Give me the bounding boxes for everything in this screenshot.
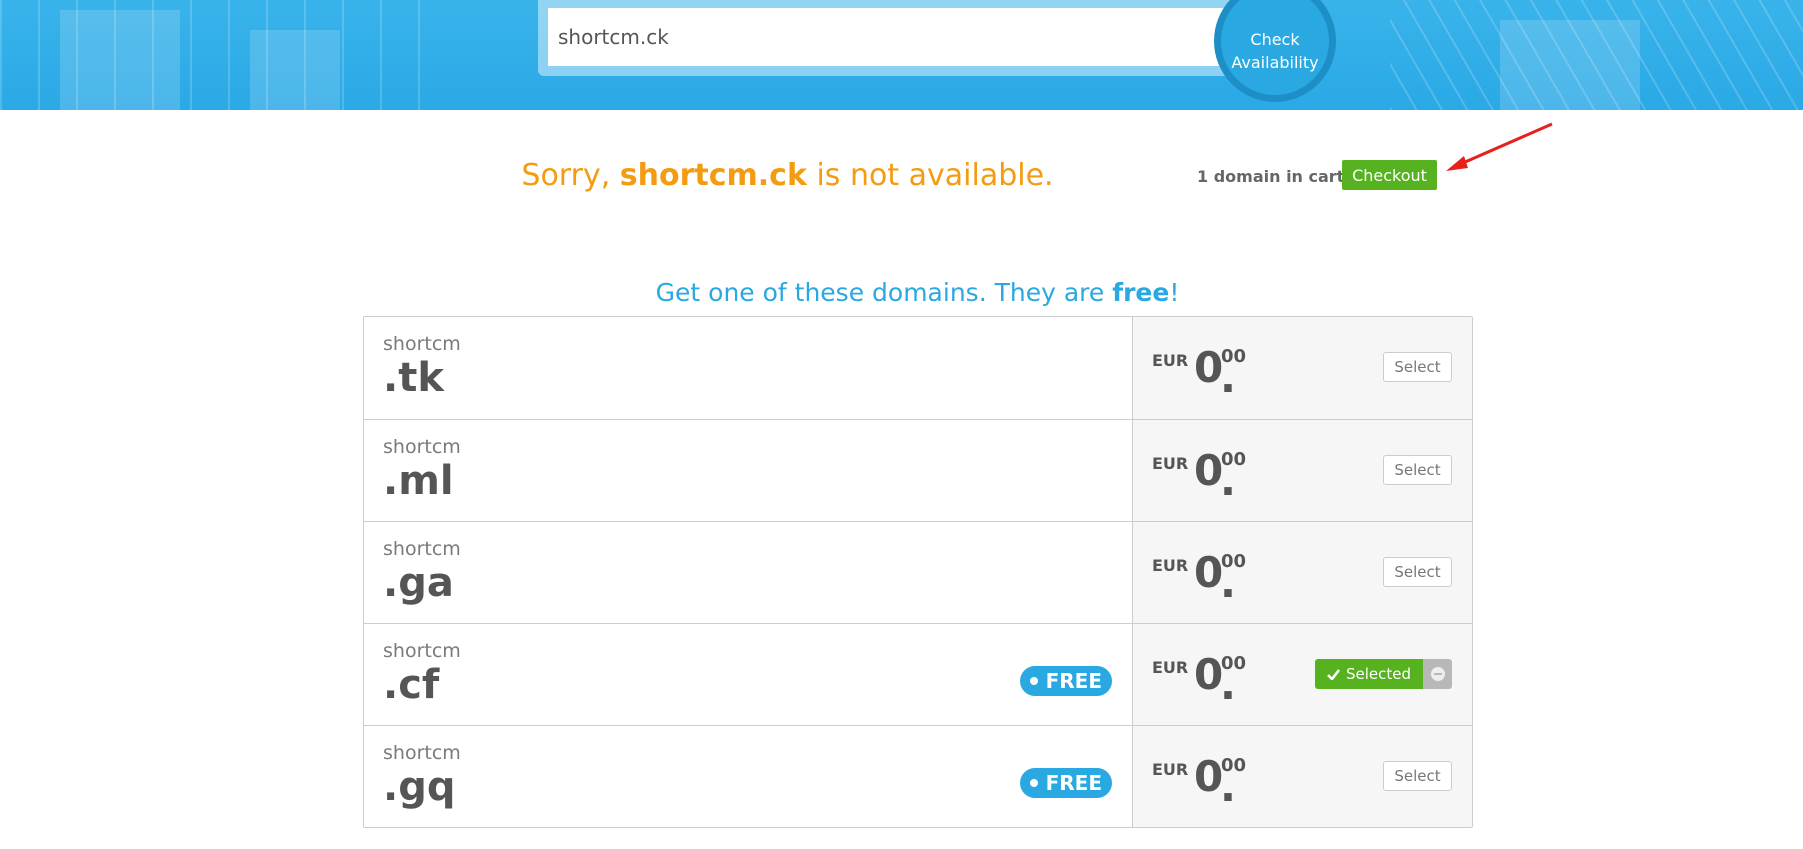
domain-price-cell: EUR 0 . 00 Select: [1133, 522, 1472, 623]
price-cents: 00: [1221, 449, 1247, 470]
select-button[interactable]: Select: [1383, 761, 1452, 791]
offer-heading-bold: free: [1112, 278, 1170, 307]
select-button[interactable]: Select: [1383, 455, 1452, 485]
cart-count: 1 domain in cart: [1197, 167, 1345, 186]
domain-price-cell: EUR 0 . 00 Select: [1133, 726, 1472, 827]
checkout-button[interactable]: Checkout: [1342, 160, 1437, 190]
domain-base: shortcm: [383, 538, 461, 560]
annotation-arrow-icon: [1446, 122, 1553, 171]
domain-base: shortcm: [383, 333, 461, 355]
domain-tld: .ml: [383, 458, 454, 504]
domain-row: shortcm .ml EUR 0 . 00 Select: [364, 419, 1472, 521]
domain-row: shortcm .cf FREE EUR 0 . 00 Selected: [364, 623, 1472, 725]
price-amount: 0: [1194, 343, 1224, 392]
offer-heading-prefix: Get one of these domains. They are: [655, 278, 1113, 307]
check-availability-label-line1: Check: [1250, 30, 1300, 49]
banner-decoration: [60, 10, 180, 110]
domain-search-input[interactable]: [548, 8, 1238, 66]
selected-control: Selected: [1315, 659, 1452, 689]
select-button[interactable]: Select: [1383, 352, 1452, 382]
select-button[interactable]: Select: [1383, 557, 1452, 587]
free-offers-heading: Get one of these domains. They are free!: [0, 278, 1803, 307]
domain-tld: .ga: [383, 560, 454, 606]
domain-row: shortcm .ga EUR 0 . 00 Select: [364, 521, 1472, 623]
domain-price-cell: EUR 0 . 00 Selected: [1133, 624, 1472, 725]
remove-from-cart-button[interactable]: [1423, 659, 1452, 689]
domain-base: shortcm: [383, 742, 461, 764]
domain-tld: .gq: [383, 764, 456, 810]
price-currency: EUR: [1152, 556, 1189, 575]
domain-name-cell: shortcm .gq FREE: [364, 726, 1133, 827]
check-availability-label-line2: Availability: [1231, 53, 1319, 72]
selected-button[interactable]: Selected: [1315, 659, 1423, 689]
price-cents: 00: [1221, 755, 1247, 776]
selected-label: Selected: [1345, 665, 1412, 683]
minus-circle-icon: [1430, 667, 1445, 681]
price-amount: 0: [1194, 548, 1224, 597]
availability-suffix: is not available.: [806, 158, 1054, 193]
domain-base: shortcm: [383, 640, 461, 662]
free-badge: FREE: [1019, 666, 1112, 696]
price-cents: 00: [1221, 551, 1247, 572]
checkmark-icon: [1327, 668, 1340, 680]
price-amount: 0: [1194, 446, 1224, 495]
domain-price-cell: EUR 0 . 00 Select: [1133, 420, 1472, 521]
free-badge: FREE: [1019, 768, 1112, 798]
domain-row: shortcm .gq FREE EUR 0 . 00 Select: [364, 725, 1472, 827]
banner-decoration: [250, 30, 340, 110]
domain-row: shortcm .tk EUR 0 . 00 Select: [364, 317, 1472, 419]
price-currency: EUR: [1152, 658, 1189, 677]
domain-name-cell: shortcm .ml: [364, 420, 1133, 521]
domain-name-cell: shortcm .tk: [364, 317, 1133, 419]
price-cents: 00: [1221, 653, 1247, 674]
domain-name-cell: shortcm .cf FREE: [364, 624, 1133, 725]
price-amount: 0: [1194, 650, 1224, 699]
offer-heading-suffix: !: [1169, 278, 1180, 307]
domain-tld: .tk: [383, 355, 444, 401]
price-cents: 00: [1221, 346, 1247, 367]
domain-base: shortcm: [383, 436, 461, 458]
availability-prefix: Sorry,: [521, 158, 620, 193]
domain-name-cell: shortcm .ga: [364, 522, 1133, 623]
domain-offers-table: shortcm .tk EUR 0 . 00 Select shortcm .m…: [363, 316, 1473, 828]
price-currency: EUR: [1152, 454, 1189, 473]
searched-domain: shortcm.ck: [619, 158, 807, 193]
domain-tld: .cf: [383, 662, 440, 708]
price-currency: EUR: [1152, 760, 1189, 779]
price-currency: EUR: [1152, 351, 1189, 370]
banner-decoration: [1500, 20, 1640, 110]
domain-price-cell: EUR 0 . 00 Select: [1133, 317, 1472, 419]
price-amount: 0: [1194, 752, 1224, 801]
